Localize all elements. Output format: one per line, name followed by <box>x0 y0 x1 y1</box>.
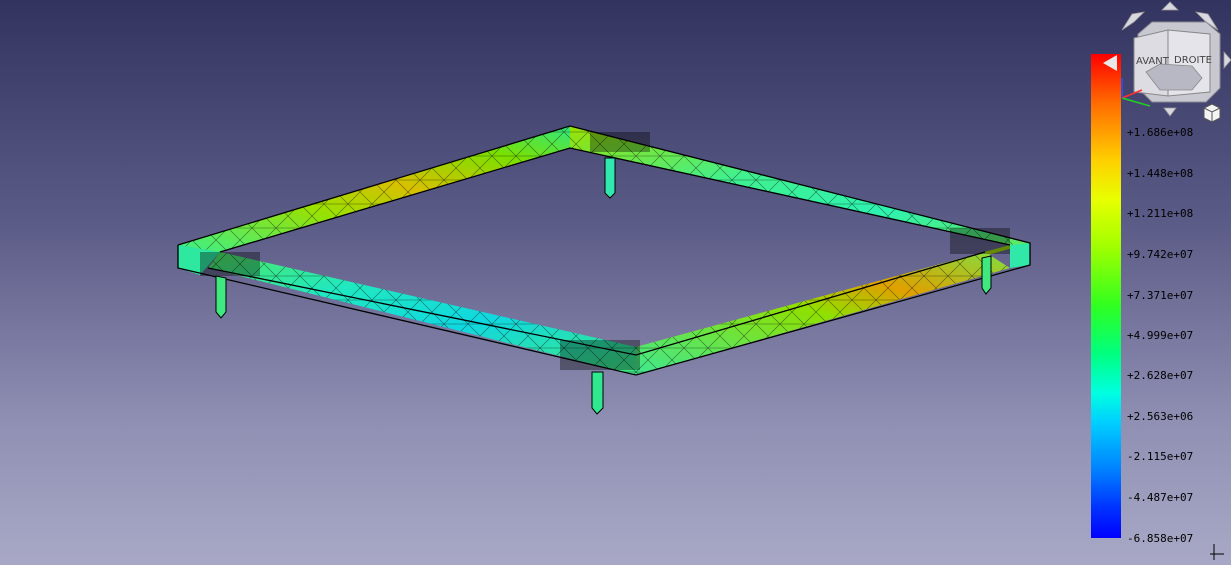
colorbar-label: +1.448e+08 <box>1127 167 1194 180</box>
fem-mesh-model[interactable] <box>0 0 1231 565</box>
colorbar-label: +2.563e+06 <box>1127 410 1194 423</box>
colorbar-label: -2.115e+07 <box>1127 450 1194 463</box>
stress-colorbar <box>1091 54 1121 538</box>
colorbar-label: -6.858e+07 <box>1127 532 1194 545</box>
frame-outer-side <box>178 243 1030 275</box>
corner-axis-icon <box>1210 544 1224 560</box>
pan-right-icon[interactable] <box>1223 50 1231 70</box>
frame-top-surface <box>178 126 1030 355</box>
colorbar-label: +1.686e+08 <box>1127 126 1194 139</box>
rotate-left-icon[interactable] <box>1121 11 1146 31</box>
3d-viewport[interactable]: +1.686e+08 +1.448e+08 +1.211e+08 +9.742e… <box>0 0 1231 565</box>
frame-front-right-beam <box>636 252 1010 375</box>
colorbar-label: +9.742e+07 <box>1127 248 1194 261</box>
rotate-down-icon[interactable] <box>1163 107 1177 117</box>
colorbar-label: -4.487e+07 <box>1127 491 1194 504</box>
rotate-up-icon[interactable] <box>1161 1 1179 11</box>
navigation-cube[interactable]: AVANT DROITE <box>1110 0 1231 125</box>
cube-menu-icon[interactable] <box>1203 103 1221 123</box>
colorbar-label: +1.211e+08 <box>1127 207 1194 220</box>
cube-right-face-label[interactable]: DROITE <box>1174 55 1212 66</box>
colorbar-label: +4.999e+07 <box>1127 329 1194 342</box>
cube-front-face-label[interactable]: AVANT <box>1136 56 1170 67</box>
frame-edges <box>177 125 1031 376</box>
colorbar-label: +7.371e+07 <box>1127 289 1194 302</box>
colorbar-label: +2.628e+07 <box>1127 369 1194 382</box>
cube-body[interactable]: AVANT DROITE <box>1133 21 1221 103</box>
